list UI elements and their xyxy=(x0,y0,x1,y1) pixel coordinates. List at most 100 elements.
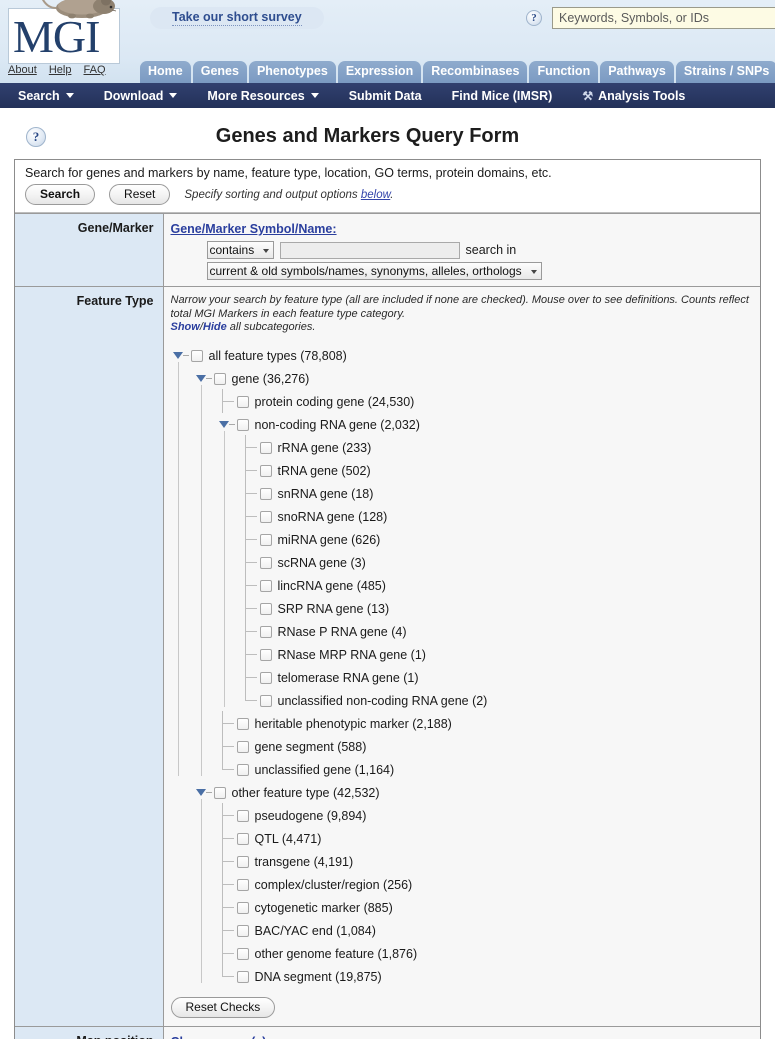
reset-checks-button[interactable]: Reset Checks xyxy=(170,997,276,1018)
tab-function[interactable]: Function xyxy=(529,61,599,83)
tab-recombinases[interactable]: Recombinases xyxy=(423,61,528,83)
chromosome-link[interactable]: Chromosome(s): xyxy=(171,1035,271,1039)
gene-marker-symbol-name-link[interactable]: Gene/Marker Symbol/Name: xyxy=(171,222,337,236)
feature-type-node[interactable]: cytogenetic marker (885) xyxy=(171,895,761,919)
nav-search[interactable]: Search xyxy=(18,89,74,103)
nav-submit-data[interactable]: Submit Data xyxy=(349,89,422,103)
search-button[interactable]: Search xyxy=(25,184,96,205)
below-link[interactable]: below xyxy=(361,189,390,201)
triangle-down-icon[interactable] xyxy=(172,352,183,359)
feature-type-checkbox[interactable] xyxy=(259,556,272,569)
nav-analysis-tools[interactable]: ⚒ Analysis Tools xyxy=(582,89,685,103)
feature-type-node[interactable]: lincRNA gene (485) xyxy=(171,573,761,597)
gene-marker-text-input[interactable] xyxy=(279,241,460,259)
feature-type-checkbox[interactable] xyxy=(259,648,272,661)
feature-type-node[interactable]: tRNA gene (502) xyxy=(171,458,761,482)
feature-type-checkbox[interactable] xyxy=(236,924,249,937)
nav-find-mice[interactable]: Find Mice (IMSR) xyxy=(452,89,553,103)
feature-type-node[interactable]: complex/cluster/region (256) xyxy=(171,872,761,896)
feature-type-checkbox[interactable] xyxy=(259,533,272,546)
feature-type-node[interactable]: snoRNA gene (128) xyxy=(171,504,761,528)
feature-type-node[interactable]: scRNA gene (3) xyxy=(171,550,761,574)
show-link[interactable]: Show xyxy=(171,321,200,333)
tab-expression[interactable]: Expression xyxy=(337,61,422,83)
help-link[interactable]: Help xyxy=(49,64,72,76)
feature-type-checkbox[interactable] xyxy=(236,809,249,822)
feature-type-node[interactable]: unclassified non-coding RNA gene (2) xyxy=(171,688,761,712)
page-help-icon[interactable]: ? xyxy=(26,127,46,147)
feature-type-node[interactable]: RNase P RNA gene (4) xyxy=(171,619,761,643)
feature-type-label: RNase MRP RNA gene (1) xyxy=(277,647,426,662)
survey-button[interactable]: Take our short survey xyxy=(150,7,324,29)
feature-type-node[interactable]: transgene (4,191) xyxy=(171,849,761,873)
feature-type-checkbox[interactable] xyxy=(236,855,249,868)
tree-connector-horizontal xyxy=(221,907,234,908)
feature-type-node[interactable]: other genome feature (1,876) xyxy=(171,941,761,965)
feature-type-checkbox[interactable] xyxy=(259,671,272,684)
feature-type-node[interactable]: SRP RNA gene (13) xyxy=(171,596,761,620)
tab-strains-snps[interactable]: Strains / SNPs xyxy=(675,61,775,83)
feature-type-label: scRNA gene (3) xyxy=(277,555,366,570)
tab-pathways[interactable]: Pathways xyxy=(600,61,674,83)
tab-home[interactable]: Home xyxy=(140,61,191,83)
row-feature-type: Feature Type Narrow your search by featu… xyxy=(15,286,761,1027)
feature-type-node[interactable]: heritable phenotypic marker (2,188) xyxy=(171,711,761,735)
gene-marker-scope-select[interactable]: current & old symbols/names, synonyms, a… xyxy=(206,262,542,280)
tree-connector-horizontal xyxy=(221,861,234,862)
feature-type-node[interactable]: rRNA gene (233) xyxy=(171,435,761,459)
feature-type-checkbox[interactable] xyxy=(236,395,249,408)
feature-type-node[interactable]: BAC/YAC end (1,084) xyxy=(171,918,761,942)
feature-type-checkbox[interactable] xyxy=(190,349,203,362)
feature-type-checkbox[interactable] xyxy=(259,510,272,523)
quick-search-help-icon[interactable]: ? xyxy=(526,10,542,26)
feature-type-node[interactable]: snRNA gene (18) xyxy=(171,481,761,505)
faq-link[interactable]: FAQ xyxy=(84,64,106,76)
nav-more-resources[interactable]: More Resources xyxy=(207,89,319,103)
feature-type-checkbox[interactable] xyxy=(213,786,226,799)
about-link[interactable]: About xyxy=(8,64,37,76)
feature-type-checkbox[interactable] xyxy=(236,970,249,983)
feature-type-checkbox[interactable] xyxy=(236,878,249,891)
feature-type-node[interactable]: unclassified gene (1,164) xyxy=(171,757,761,781)
feature-type-checkbox[interactable] xyxy=(236,832,249,845)
feature-type-checkbox[interactable] xyxy=(259,602,272,615)
feature-type-checkbox[interactable] xyxy=(259,694,272,707)
feature-type-checkbox[interactable] xyxy=(236,740,249,753)
triangle-down-icon[interactable] xyxy=(195,375,206,382)
feature-type-checkbox[interactable] xyxy=(259,441,272,454)
feature-type-node[interactable]: pseudogene (9,894) xyxy=(171,803,761,827)
quick-search-input[interactable] xyxy=(552,7,775,29)
feature-type-checkbox[interactable] xyxy=(236,947,249,960)
feature-type-checkbox[interactable] xyxy=(213,372,226,385)
feature-type-node[interactable]: QTL (4,471) xyxy=(171,826,761,850)
feature-type-checkbox[interactable] xyxy=(259,487,272,500)
triangle-down-icon[interactable] xyxy=(195,789,206,796)
tab-phenotypes[interactable]: Phenotypes xyxy=(248,61,336,83)
feature-type-node[interactable]: telomerase RNA gene (1) xyxy=(171,665,761,689)
feature-type-node[interactable]: other feature type (42,532) xyxy=(171,781,761,804)
feature-type-node[interactable]: gene (36,276) xyxy=(171,367,761,390)
feature-type-node[interactable]: all feature types (78,808) xyxy=(171,344,761,367)
feature-type-checkbox[interactable] xyxy=(259,464,272,477)
tab-genes[interactable]: Genes xyxy=(192,61,247,83)
nav-download[interactable]: Download xyxy=(104,89,178,103)
feature-type-node[interactable]: non-coding RNA gene (2,032) xyxy=(171,413,761,436)
tree-connector-vertical xyxy=(244,688,246,700)
reset-button[interactable]: Reset xyxy=(109,184,171,205)
feature-type-node[interactable]: RNase MRP RNA gene (1) xyxy=(171,642,761,666)
feature-type-checkbox[interactable] xyxy=(236,901,249,914)
triangle-down-icon[interactable] xyxy=(218,421,229,428)
feature-type-checkbox[interactable] xyxy=(236,763,249,776)
feature-type-checkbox[interactable] xyxy=(236,717,249,730)
feature-type-checkbox[interactable] xyxy=(259,625,272,638)
feature-type-checkbox[interactable] xyxy=(236,418,249,431)
feature-type-node[interactable]: DNA segment (19,875) xyxy=(171,964,761,988)
feature-type-node[interactable]: gene segment (588) xyxy=(171,734,761,758)
nav-download-label: Download xyxy=(103,88,164,103)
gene-marker-operator-select[interactable]: contains xyxy=(206,241,274,259)
feature-type-node[interactable]: miRNA gene (626) xyxy=(171,527,761,551)
tree-connector xyxy=(228,424,235,425)
hide-link[interactable]: Hide xyxy=(203,321,227,333)
feature-type-node[interactable]: protein coding gene (24,530) xyxy=(171,389,761,413)
feature-type-checkbox[interactable] xyxy=(259,579,272,592)
